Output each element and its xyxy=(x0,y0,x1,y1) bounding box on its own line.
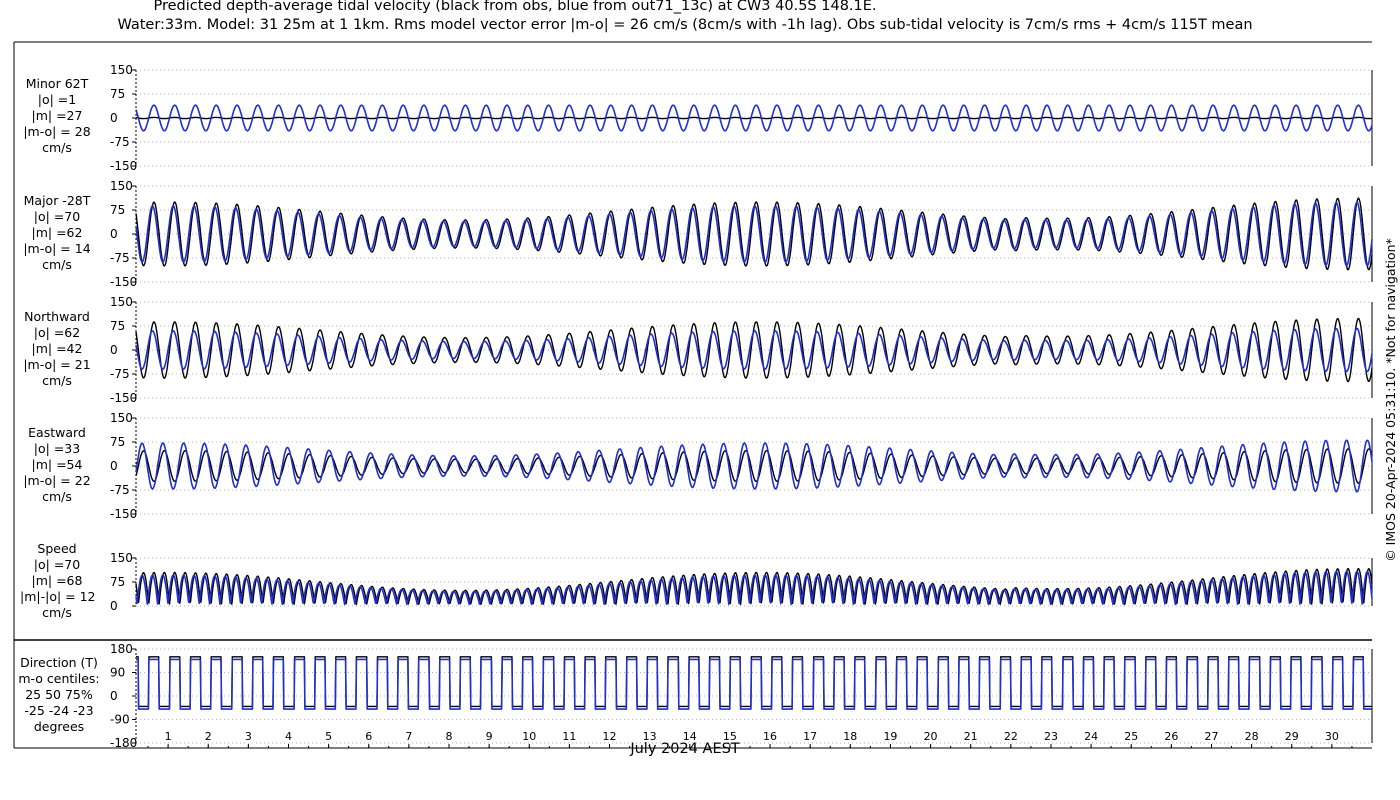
north-obs-series xyxy=(135,317,1373,383)
panel-label-line: |m| =68 xyxy=(31,573,83,588)
panel-label-line: |o| =70 xyxy=(33,209,81,224)
direction-ytick-label: 180 xyxy=(110,642,133,656)
panel-label-line: m-o centiles: xyxy=(18,671,100,686)
panel-label-line: Eastward xyxy=(28,425,86,440)
panel-label-line: |m-o| = 28 xyxy=(23,124,91,139)
speed-ytick-label: 0 xyxy=(110,599,118,613)
panel-label-line: |o| =62 xyxy=(33,325,81,340)
panel-label-line: degrees xyxy=(33,719,85,734)
speed-ytick-label: 75 xyxy=(110,575,125,589)
panel-label-line: |o| =70 xyxy=(33,557,81,572)
major-ytick-label: 150 xyxy=(110,179,133,193)
panel-label-east: Eastward |o| =33 |m| =54 |m-o| = 22 cm/s xyxy=(22,425,92,505)
east-ytick-label: -150 xyxy=(110,507,137,521)
panel-label-line: Direction (T) xyxy=(20,655,98,670)
panel-label-line: cm/s xyxy=(42,489,72,504)
panel-label-line: |m-o| = 21 xyxy=(23,357,91,372)
direction-ytick-label: 0 xyxy=(110,689,118,703)
north-ytick-label: 150 xyxy=(110,295,133,309)
direction-ytick-label: 90 xyxy=(110,666,125,680)
panel-label-minor: Minor 62T |o| =1 |m| =27 |m-o| = 28 cm/s xyxy=(22,76,92,156)
panel-label-north: Northward |o| =62 |m| =42 |m-o| = 21 cm/… xyxy=(22,309,92,389)
panel-label-line: |m-o| = 14 xyxy=(23,241,91,256)
panel-label-line: Speed xyxy=(37,541,77,556)
panel-label-line: 25 50 75% xyxy=(25,687,93,702)
major-ytick-label: 75 xyxy=(110,203,125,217)
panel-label-line: cm/s xyxy=(42,373,72,388)
panel-label-line: Minor 62T xyxy=(25,76,89,91)
panel-label-speed: Speed |o| =70 |m| =68 |m|-|o| = 12 cm/s xyxy=(20,541,96,621)
north-ytick-label: 75 xyxy=(110,319,125,333)
east-ytick-label: 150 xyxy=(110,411,133,425)
panel-label-line: cm/s xyxy=(42,140,72,155)
east-ytick-label: -75 xyxy=(110,483,130,497)
panel-label-line: |m|-|o| = 12 xyxy=(20,589,96,604)
panel-label-line: |o| =1 xyxy=(37,92,77,107)
panel-label-line: |m| =42 xyxy=(31,341,83,356)
speed-ytick-label: 150 xyxy=(110,551,133,565)
panel-label-line: |m| =27 xyxy=(31,108,83,123)
north-ytick-label: -150 xyxy=(110,391,137,405)
panel-label-line: |m| =54 xyxy=(31,457,83,472)
direction-model-series xyxy=(135,658,1373,710)
plot-canvas: -150 -75 0 75 150 -150 -75 0 75 150 -150 -75 0 75 150 -… xyxy=(13,41,1373,750)
direction-ytick-label: -90 xyxy=(110,713,130,727)
minor-ytick-label: 0 xyxy=(110,111,118,125)
north-ytick-label: 0 xyxy=(110,343,118,357)
north-ytick-label: -75 xyxy=(110,367,130,381)
major-ytick-label: 0 xyxy=(110,227,118,241)
tidal-velocity-figure: Predicted depth-average tidal velocity (… xyxy=(0,0,1400,800)
panel-label-major: Major -28T |o| =70 |m| =62 |m-o| = 14 cm… xyxy=(22,193,92,273)
panel-label-line: Major -28T xyxy=(23,193,91,208)
panel-label-direction: Direction (T) m-o centiles: 25 50 75% -2… xyxy=(14,655,104,735)
minor-ytick-label: -150 xyxy=(110,159,137,173)
panel-label-line: |m| =62 xyxy=(31,225,83,240)
x-axis-label: July 2024 AEST xyxy=(630,741,740,757)
panel-label-line: Northward xyxy=(24,309,90,324)
major-ytick-label: -75 xyxy=(110,251,130,265)
panel-label-line: |m-o| = 22 xyxy=(23,473,91,488)
major-ytick-label: -150 xyxy=(110,275,137,289)
speed-model-series xyxy=(135,570,1373,606)
panel-label-line: cm/s xyxy=(42,257,72,272)
minor-ytick-label: 75 xyxy=(110,87,125,101)
panel-label-line: |o| =33 xyxy=(33,441,81,456)
east-ytick-label: 0 xyxy=(110,459,118,473)
panel-label-line: -25 -24 -23 xyxy=(24,703,94,718)
east-ytick-label: 75 xyxy=(110,435,125,449)
minor-ytick-label: -75 xyxy=(110,135,130,149)
panel-label-line: cm/s xyxy=(42,605,72,620)
minor-ytick-label: 150 xyxy=(110,63,133,77)
copyright-notice: © IMOS 20-Apr-2024 05:31:10. *Not for na… xyxy=(1383,238,1398,562)
